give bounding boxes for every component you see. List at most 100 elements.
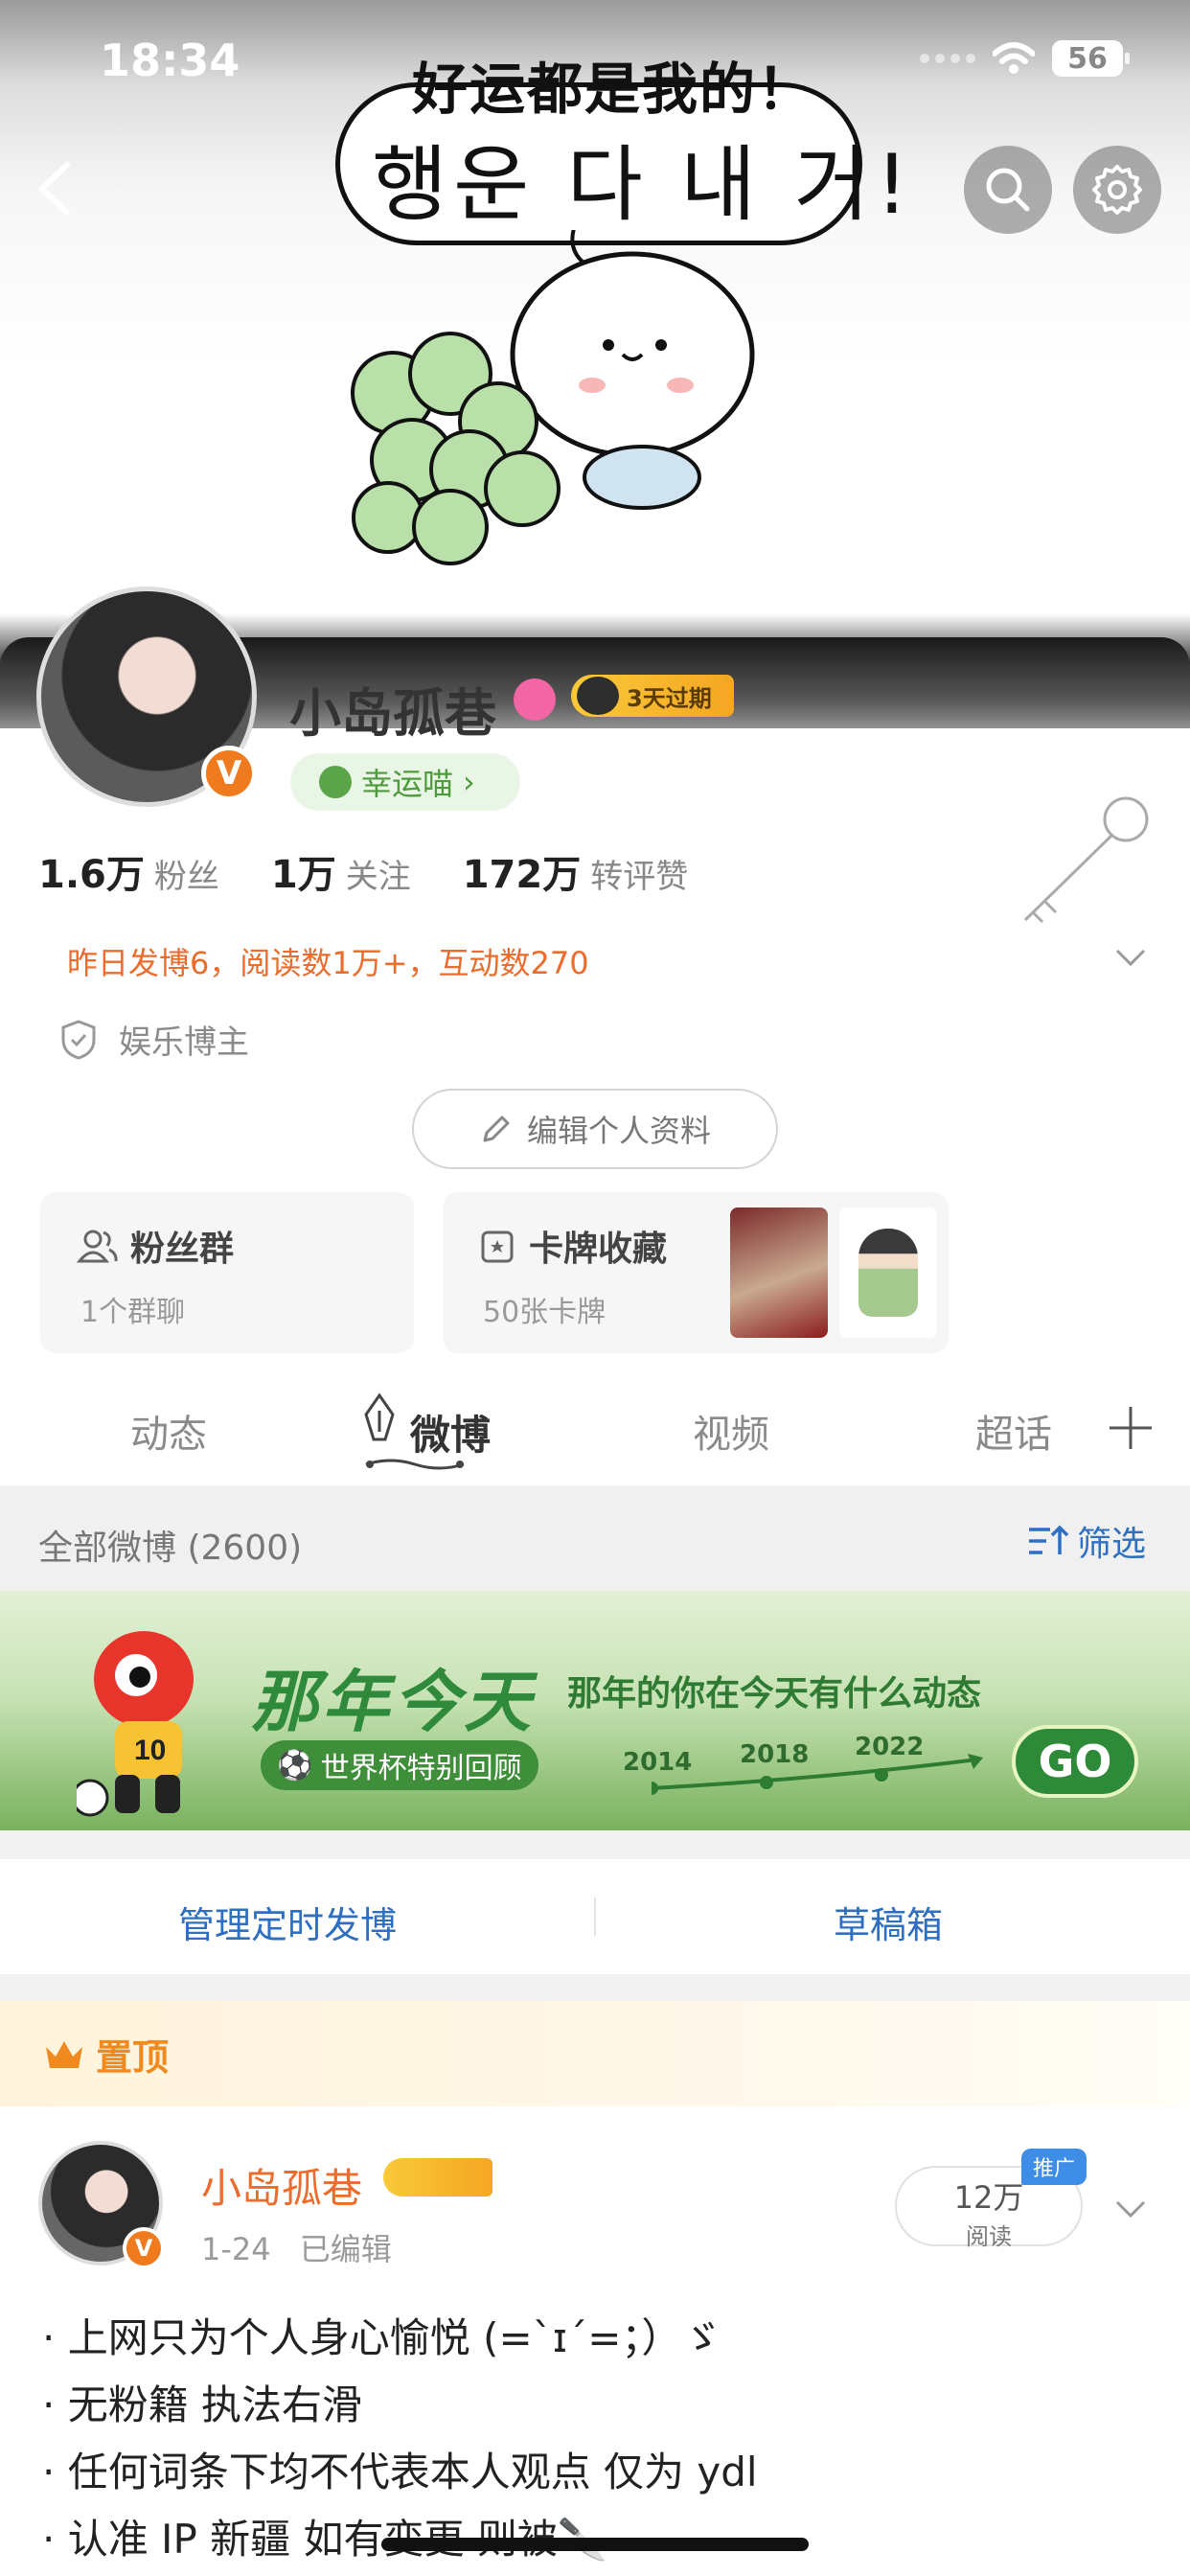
gear-icon: [1092, 165, 1142, 215]
year-label: 2018: [740, 1740, 810, 1769]
add-tab-icon[interactable]: [1108, 1405, 1154, 1451]
pinned-label: 置顶: [96, 2036, 170, 2079]
post-text-line: · 无粉籍 执法右滑: [42, 2381, 363, 2428]
world-cup-pill: ⚽ 世界杯特别回顾: [261, 1740, 538, 1790]
manage-row: 管理定时发博 草稿箱: [0, 1859, 1190, 1974]
vip-badge[interactable]: 3天过期: [571, 675, 734, 717]
filter-button[interactable]: 筛选: [1025, 1516, 1146, 1566]
stat-number: 1.6万: [38, 853, 145, 897]
tab-dynamics[interactable]: 动态: [130, 1403, 207, 1459]
chevron-right-icon: ›: [463, 764, 475, 800]
scheduled-posts-button[interactable]: 管理定时发博: [178, 1896, 397, 1948]
cat-icon: [319, 766, 352, 798]
filter-icon: [1029, 1525, 1069, 1554]
filter-label: 筛选: [1077, 1525, 1147, 1564]
status-time: 18:34: [100, 34, 240, 86]
year-timeline: [652, 1754, 983, 1795]
pencil-icon: [483, 1116, 510, 1142]
tab-super-topic[interactable]: 超话: [975, 1403, 1052, 1459]
verified-v-icon: V: [123, 2227, 165, 2269]
svg-text:10: 10: [134, 1735, 166, 1766]
vip-level-badge: [383, 2158, 492, 2196]
card-collection-card[interactable]: 卡牌收藏 50张卡牌: [443, 1192, 949, 1353]
profile-stats: 1.6万 粉丝 1万 关注 172万 转评赞: [38, 843, 740, 899]
signal-icon: [920, 54, 975, 63]
post-meta: 1-24 已编辑: [201, 2231, 392, 2267]
card-thumbnail: [839, 1208, 937, 1338]
card-collection-title: 卡牌收藏: [529, 1230, 668, 1269]
home-indicator[interactable]: [381, 2538, 809, 2551]
memory-banner[interactable]: 10 那年今天 那年的你在今天有什么动态 ⚽ 世界杯特别回顾 2014 2018…: [0, 1591, 1190, 1830]
cover-illustration: [351, 230, 755, 565]
pinned-label-row: 置顶: [42, 2028, 169, 2081]
people-icon: [77, 1230, 118, 1263]
post-author-name[interactable]: 小岛孤巷: [201, 2156, 362, 2215]
search-icon: [986, 168, 1030, 212]
card-icon: [481, 1230, 514, 1263]
tab-video[interactable]: 视频: [693, 1403, 769, 1459]
soccer-ball-icon: ⚽: [277, 1748, 313, 1782]
tab-active-indicator: [365, 1459, 465, 1470]
fan-group-title-row: 粉丝群: [77, 1221, 234, 1271]
tab-weibo[interactable]: 微博: [410, 1403, 491, 1461]
profile-username: 小岛孤巷: [289, 683, 496, 744]
crown-icon: [577, 677, 619, 715]
stat-fans[interactable]: 1.6万 粉丝: [38, 843, 219, 899]
battery-indicator: 56: [1052, 40, 1130, 77]
vip-expiry-label: 3天过期: [627, 684, 712, 712]
post-text-line: · 上网只为个人身心愉悦 (=`ɪ´=；）ゞ: [42, 2314, 722, 2361]
status-indicators: 56: [920, 40, 1130, 77]
weibo-mascot-icon: 10: [77, 1631, 194, 1817]
card-thumbnail: [730, 1208, 828, 1338]
status-bar: 18:34 56: [0, 0, 1190, 125]
drafts-button[interactable]: 草稿箱: [834, 1896, 943, 1948]
banner-title: 那年今天: [251, 1663, 535, 1741]
category-label: 娱乐博主: [119, 1024, 249, 1062]
chevron-down-icon[interactable]: [1113, 943, 1148, 972]
blogger-category: 娱乐博主: [59, 1016, 249, 1063]
all-posts-title: 全部微博 (2600): [38, 1529, 303, 1568]
shield-icon: [61, 1019, 96, 1060]
cover-caption-korean: 행운 다 내 거!: [372, 137, 915, 233]
edit-profile-button[interactable]: 编辑个人资料: [412, 1089, 778, 1169]
chevron-down-icon[interactable]: [1113, 2195, 1148, 2223]
banner-subtitle: 那年的你在今天有什么动态: [567, 1674, 982, 1714]
search-button[interactable]: [964, 146, 1052, 234]
card-collection-title-row: 卡牌收藏: [479, 1221, 667, 1271]
stat-label: 粉丝: [153, 858, 219, 896]
stat-following[interactable]: 1万 关注: [271, 843, 411, 899]
all-posts-header: 全部微博 (2600) 筛选: [0, 1487, 1190, 1591]
edit-profile-label: 编辑个人资料: [526, 1113, 711, 1149]
key-decoration-icon: [1023, 796, 1149, 924]
back-arrow-icon[interactable]: [27, 155, 84, 222]
stat-engagement[interactable]: 172万 转评赞: [463, 843, 689, 899]
activity-summary[interactable]: 昨日发博6，阅读数1万+，互动数270: [67, 939, 589, 983]
fan-group-title: 粉丝群: [130, 1230, 235, 1269]
pinned-post[interactable]: V 小岛孤巷 1-24 已编辑 12万 阅读 推广 · 上网只为个人身心愉悦 (…: [0, 2106, 1190, 2576]
stat-number: 172万: [462, 853, 582, 897]
divider: [594, 1898, 596, 1936]
search-badge-icon[interactable]: [514, 678, 556, 721]
verified-v-icon: V: [201, 746, 257, 801]
profile-avatar[interactable]: V: [36, 586, 257, 807]
pinned-header: 置顶: [0, 2001, 1190, 2106]
promote-tag[interactable]: 推广: [1021, 2149, 1087, 2185]
fan-group-sub: 1个群聊: [80, 1296, 186, 1329]
crown-icon: [46, 2040, 82, 2068]
go-button[interactable]: GO: [1012, 1725, 1138, 1798]
year-label: 2022: [855, 1733, 925, 1761]
wifi-icon: [993, 42, 1035, 74]
stat-number: 1万: [270, 853, 336, 897]
stat-label: 转评赞: [590, 858, 689, 896]
year-label: 2014: [623, 1748, 693, 1777]
pen-nib-icon: [364, 1392, 395, 1441]
fan-group-card[interactable]: 粉丝群 1个群聊: [40, 1192, 414, 1353]
post-text-line: · 认准 IP 新疆 如有变更 则被🔪: [42, 2516, 608, 2563]
settings-button[interactable]: [1073, 146, 1161, 234]
lucky-cat-pill[interactable]: 幸运喵 ›: [290, 753, 520, 811]
world-cup-label: 世界杯特别回顾: [320, 1752, 522, 1785]
read-label: 阅读: [966, 2223, 1012, 2250]
card-collection-sub: 50张卡牌: [483, 1296, 606, 1329]
profile-tabs: 动态 微博 视频 超话: [0, 1370, 1190, 1485]
stat-label: 关注: [345, 858, 411, 896]
